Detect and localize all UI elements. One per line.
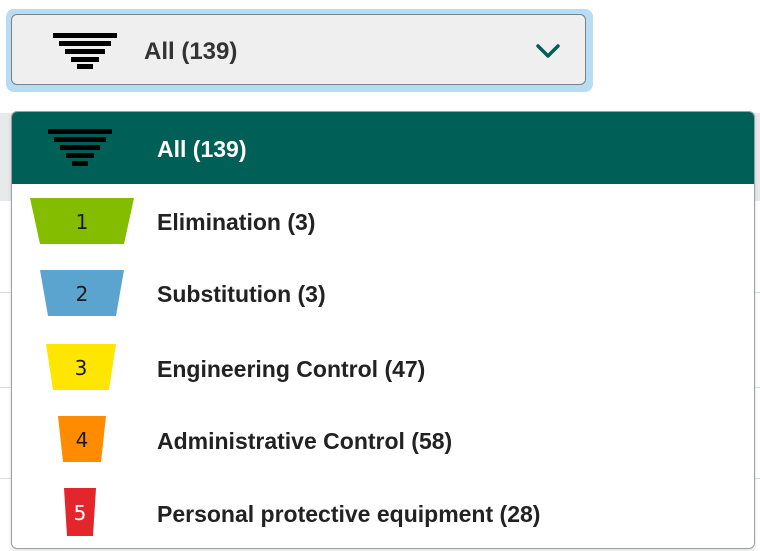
option-engineering-control[interactable]: 3 Engineering Control (47) [12, 328, 754, 400]
option-label: Administrative Control (58) [157, 428, 453, 454]
level-number: 2 [76, 282, 89, 306]
level-number: 1 [76, 210, 89, 234]
level-number: 5 [74, 501, 87, 525]
select-value: All (139) [144, 38, 238, 65]
option-all[interactable]: All (139) [12, 112, 754, 184]
option-label: Elimination (3) [157, 209, 316, 235]
option-label: Personal protective equipment (28) [157, 501, 541, 527]
level-2-trapezoid-icon: 2 [40, 270, 124, 316]
funnel-stack-icon [48, 129, 112, 166]
option-substitution[interactable]: 2 Substitution (3) [12, 256, 754, 328]
option-label: All (139) [157, 136, 247, 162]
option-administrative-control[interactable]: 4 Administrative Control (58) [12, 400, 754, 472]
level-5-trapezoid-icon: 5 [64, 488, 96, 536]
funnel-stack-icon [53, 33, 117, 69]
option-label: Substitution (3) [157, 281, 326, 307]
chevron-down-icon[interactable] [535, 41, 561, 61]
level-3-trapezoid-icon: 3 [46, 344, 116, 390]
hierarchy-filter-select[interactable]: All (139) [11, 14, 586, 85]
dropdown-menu: All (139) 1 Elimination (3) 2 Substituti… [11, 111, 755, 549]
page: All (139) All (139) 1 Elimination (3) 2 … [0, 0, 760, 551]
level-4-trapezoid-icon: 4 [58, 416, 106, 462]
option-elimination[interactable]: 1 Elimination (3) [12, 184, 754, 256]
option-label: Engineering Control (47) [157, 356, 426, 382]
option-personal-protective-equipment[interactable]: 5 Personal protective equipment (28) [12, 472, 754, 544]
level-number: 4 [76, 428, 89, 452]
level-number: 3 [75, 356, 88, 380]
level-1-trapezoid-icon: 1 [30, 198, 134, 244]
